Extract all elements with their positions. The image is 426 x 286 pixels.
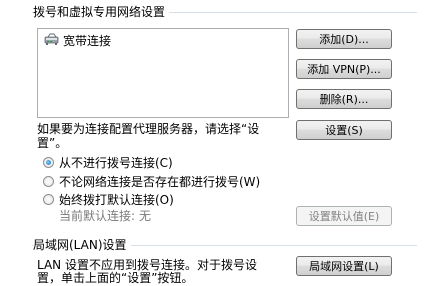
radio-always-dial-default-label: 始终拨打默认连接(O) <box>59 193 174 207</box>
dialup-settings-button[interactable]: 设置(S) <box>296 120 392 140</box>
radio-dial-when-no-network-indicator[interactable] <box>43 176 54 187</box>
radio-never-dial-indicator[interactable] <box>43 157 54 168</box>
lan-group-title: 局域网(LAN)设置 <box>33 238 131 252</box>
radio-always-dial-default[interactable]: 始终拨打默认连接(O) <box>43 191 174 208</box>
connections-listbox[interactable]: 宽带连接 <box>37 28 289 118</box>
dial-group-title: 拨号和虚拟专用网络设置 <box>33 5 170 19</box>
set-default-button[interactable]: 设置默认值(E) <box>296 206 392 226</box>
add-vpn-button[interactable]: 添加 VPN(P)... <box>296 59 392 79</box>
pane-edge <box>0 0 1 286</box>
radio-never-dial-label: 从不进行拨号连接(C) <box>59 156 173 170</box>
proxy-note-line2: 置”。 <box>37 136 68 150</box>
lan-note-line1: LAN 设置不应用到拨号连接。对于拨号设 <box>37 258 257 272</box>
lan-note-line2: 置，单击上面的“设置”按钮。 <box>37 271 194 285</box>
lan-settings-button[interactable]: 局域网设置(L) <box>296 256 392 276</box>
radio-always-dial-default-indicator[interactable] <box>43 194 54 205</box>
connection-item-broadband[interactable]: 宽带连接 <box>44 32 111 48</box>
current-default-label: 当前默认连接: <box>59 209 136 223</box>
delete-connection-button[interactable]: 删除(R)... <box>296 89 392 109</box>
radio-never-dial[interactable]: 从不进行拨号连接(C) <box>43 154 173 171</box>
connections-tab-pane: 拨号和虚拟专用网络设置 宽带连接 添加(D)... 添加 VPN(P)... 删… <box>0 0 426 286</box>
radio-dial-when-no-network-label: 不论网络连接是否存在都进行拨号(W) <box>59 175 261 189</box>
current-default-value: 无 <box>139 209 152 223</box>
broadband-connection-icon <box>44 33 60 47</box>
radio-dial-when-no-network[interactable]: 不论网络连接是否存在都进行拨号(W) <box>43 173 260 190</box>
connection-item-label: 宽带连接 <box>63 33 112 48</box>
proxy-note-line1: 如果要为连接配置代理服务器，请选择“设 <box>37 122 260 136</box>
add-connection-button[interactable]: 添加(D)... <box>296 29 392 49</box>
